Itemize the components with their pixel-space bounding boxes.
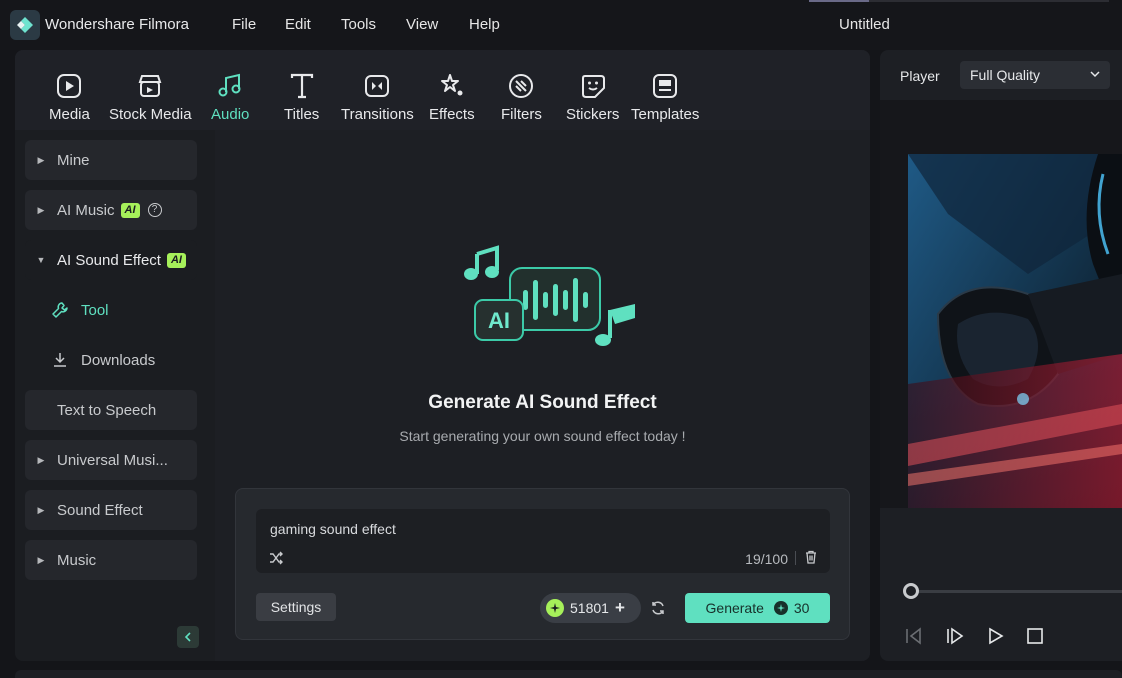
tab-templates[interactable]: Templates xyxy=(631,72,699,123)
sidebar-item-universal-music[interactable]: ▶ Universal Musi... xyxy=(25,440,197,480)
tab-media[interactable]: Media xyxy=(49,72,90,123)
title-accent-line xyxy=(809,0,869,2)
menu-file[interactable]: File xyxy=(232,16,256,33)
caret-down-icon: ▼ xyxy=(36,255,46,265)
timeline-panel-edge xyxy=(15,670,1122,678)
audio-sidebar: ▶ Mine ▶ AI Music AI ? ▼ AI Sound Effect… xyxy=(15,130,215,661)
document-title: Untitled xyxy=(839,16,890,33)
effects-icon xyxy=(440,74,463,96)
ai-sound-effect-content: AI Generate AI Sound Effect Start genera… xyxy=(215,130,870,661)
previous-frame-icon[interactable] xyxy=(904,626,924,646)
player-panel: Player Full Quality xyxy=(880,50,1122,661)
refresh-icon[interactable] xyxy=(650,600,666,616)
prompt-text[interactable]: gaming sound effect xyxy=(270,521,396,537)
menu-help[interactable]: Help xyxy=(469,16,500,33)
collapse-sidebar-button[interactable] xyxy=(177,626,199,648)
player-label: Player xyxy=(900,68,940,84)
caret-right-icon: ▶ xyxy=(37,204,45,215)
filters-icon xyxy=(509,74,534,98)
audio-icon xyxy=(218,73,241,97)
menu-tools[interactable]: Tools xyxy=(341,16,376,33)
title-divider xyxy=(869,0,1109,2)
timeline-scrubber-track[interactable] xyxy=(910,590,1122,593)
caret-right-icon: ▶ xyxy=(37,504,45,515)
wrench-icon xyxy=(52,302,68,318)
credits-value: 51801 xyxy=(570,600,609,616)
hero-title: Generate AI Sound Effect xyxy=(428,392,657,413)
timeline-scrubber-handle[interactable] xyxy=(903,583,919,599)
tab-titles[interactable]: Titles xyxy=(284,72,319,123)
hero-subtitle: Start generating your own sound effect t… xyxy=(399,428,686,444)
download-icon xyxy=(54,353,66,367)
stickers-icon xyxy=(581,75,605,98)
resource-toolbar: Media Stock Media Audio Titles Transitio… xyxy=(15,50,870,130)
tab-audio[interactable]: Audio xyxy=(211,72,249,123)
title-bar: Wondershare Filmora File Edit Tools View… xyxy=(0,0,1122,50)
generate-cost: 30 xyxy=(793,600,810,616)
tab-transitions[interactable]: Transitions xyxy=(341,72,414,123)
ai-badge: AI xyxy=(166,252,186,268)
filmora-logo-icon xyxy=(10,10,40,40)
menu-edit[interactable]: Edit xyxy=(285,16,311,33)
tab-stickers[interactable]: Stickers xyxy=(566,72,619,123)
sidebar-item-mine[interactable]: ▶ Mine xyxy=(25,140,197,180)
video-preview xyxy=(908,154,1122,508)
sidebar-subitem-downloads[interactable]: Downloads xyxy=(51,340,155,380)
music-note-icon xyxy=(464,245,499,280)
tab-stock-media[interactable]: Stock Media xyxy=(109,72,192,123)
media-icon xyxy=(57,74,82,98)
credit-coin-icon xyxy=(773,601,788,615)
transitions-icon xyxy=(365,75,390,97)
chevron-left-icon xyxy=(184,632,191,642)
next-frame-icon[interactable] xyxy=(945,626,965,646)
sidebar-item-ai-sound-effect[interactable]: ▼ AI Sound Effect AI xyxy=(25,240,197,280)
shuffle-icon[interactable] xyxy=(269,551,283,565)
character-count: 19/100 xyxy=(745,551,788,567)
caret-right-icon: ▶ xyxy=(37,454,45,465)
ai-badge: AI xyxy=(120,202,140,218)
chevron-down-icon xyxy=(1090,71,1100,78)
divider xyxy=(795,551,796,565)
templates-icon xyxy=(653,74,678,98)
sidebar-item-ai-music[interactable]: ▶ AI Music AI ? xyxy=(25,190,197,230)
tab-filters[interactable]: Filters xyxy=(501,72,542,123)
app-name: Wondershare Filmora xyxy=(45,16,189,33)
titles-icon xyxy=(290,73,313,99)
ai-sound-effect-illustration: AI xyxy=(464,245,635,346)
generate-panel: gaming sound effect 19/100 Settings 5180… xyxy=(235,488,850,640)
menu-view[interactable]: View xyxy=(406,16,438,33)
help-icon[interactable]: ? xyxy=(147,203,162,217)
generate-button[interactable]: Generate 30 xyxy=(685,593,830,623)
sidebar-item-sound-effect[interactable]: ▶ Sound Effect xyxy=(25,490,197,530)
tab-effects[interactable]: Effects xyxy=(429,72,475,123)
prompt-input[interactable]: gaming sound effect 19/100 xyxy=(256,509,830,573)
stock-media-icon xyxy=(138,75,162,97)
quality-dropdown[interactable]: Full Quality xyxy=(960,61,1110,89)
svg-text:AI: AI xyxy=(488,308,510,333)
media-panel: Media Stock Media Audio Titles Transitio… xyxy=(15,50,870,661)
credits-balance[interactable]: 51801 + xyxy=(540,593,641,623)
add-credits-icon[interactable]: + xyxy=(615,598,625,618)
play-icon[interactable] xyxy=(985,626,1005,646)
trash-icon[interactable] xyxy=(804,550,818,564)
sidebar-subitem-tool[interactable]: Tool xyxy=(51,290,109,330)
settings-button[interactable]: Settings xyxy=(256,593,336,621)
caret-right-icon: ▶ xyxy=(37,554,45,565)
sidebar-item-text-to-speech[interactable]: Text to Speech xyxy=(25,390,197,430)
stop-icon[interactable] xyxy=(1025,626,1045,646)
sidebar-item-music[interactable]: ▶ Music xyxy=(25,540,197,580)
caret-right-icon: ▶ xyxy=(37,154,45,165)
credit-coin-icon xyxy=(546,599,564,617)
